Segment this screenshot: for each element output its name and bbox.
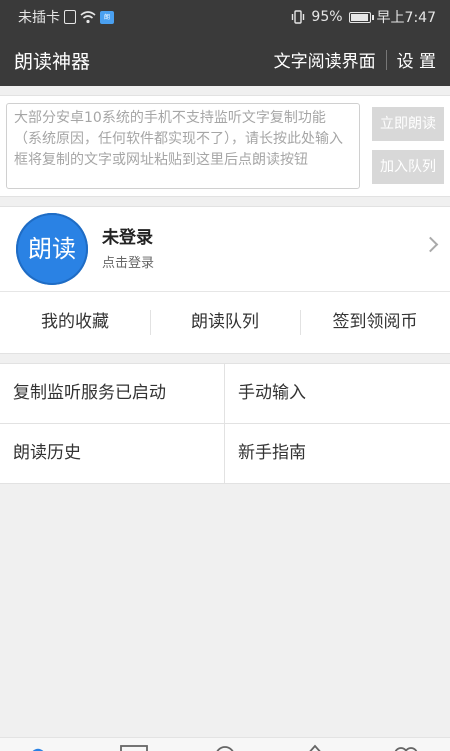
status-left: 未插卡 朗 — [18, 7, 114, 27]
read-now-button[interactable]: 立即朗读 — [372, 107, 444, 141]
beginner-guide-item[interactable]: 新手指南 — [225, 424, 449, 483]
reading-history-item[interactable]: 朗读历史 — [0, 424, 224, 483]
avatar: 朗读 — [16, 213, 88, 285]
app-bar: 朗读神器 文字阅读界面 设 置 — [0, 32, 450, 86]
quick-actions: 我的收藏 朗读队列 签到领阅币 — [0, 291, 450, 354]
profile-card[interactable]: 朗读 未登录 点击登录 — [0, 206, 450, 291]
app-title: 朗读神器 — [14, 51, 91, 73]
copy-listen-item[interactable]: 复制监听服务已启动 — [0, 364, 224, 423]
sim-card-icon — [64, 10, 76, 24]
menu-grid: 复制监听服务已启动 手动输入 朗读历史 新手指南 — [0, 363, 450, 484]
app-bar-actions: 文字阅读界面 设 置 — [274, 47, 436, 72]
add-queue-button[interactable]: 加入队列 — [372, 150, 444, 184]
input-card: 大部分安卓10系统的手机不支持监听文字复制功能（系统原因，任何软件都实现不了），… — [0, 95, 450, 197]
check-in-button[interactable]: 签到领阅币 — [300, 292, 450, 353]
status-right: 95% 早上7:47 — [291, 7, 436, 27]
carrier-text: 未插卡 — [18, 10, 60, 26]
wifi-icon — [80, 10, 96, 23]
text-reader-button[interactable]: 文字阅读界面 — [274, 47, 376, 72]
bottom-nav — [0, 737, 450, 751]
settings-button[interactable]: 设 置 — [397, 47, 436, 72]
user-name: 未登录 — [102, 228, 153, 248]
chevron-right-icon — [422, 236, 439, 253]
battery-icon — [348, 11, 374, 23]
divider — [385, 49, 387, 70]
favorites-button[interactable]: 我的收藏 — [0, 292, 150, 353]
app-notification-icon: 朗 — [100, 10, 114, 24]
reading-queue-button[interactable]: 朗读队列 — [150, 292, 300, 353]
battery-percent: 95% — [311, 9, 343, 25]
login-hint: 点击登录 — [102, 256, 155, 271]
status-bar: 未插卡 朗 95% 早上7:47 — [0, 0, 450, 32]
manual-input-item[interactable]: 手动输入 — [225, 364, 449, 423]
vibrate-icon — [292, 10, 305, 24]
text-input[interactable]: 大部分安卓10系统的手机不支持监听文字复制功能（系统原因，任何软件都实现不了），… — [6, 103, 360, 189]
clock: 早上7:47 — [376, 10, 436, 26]
